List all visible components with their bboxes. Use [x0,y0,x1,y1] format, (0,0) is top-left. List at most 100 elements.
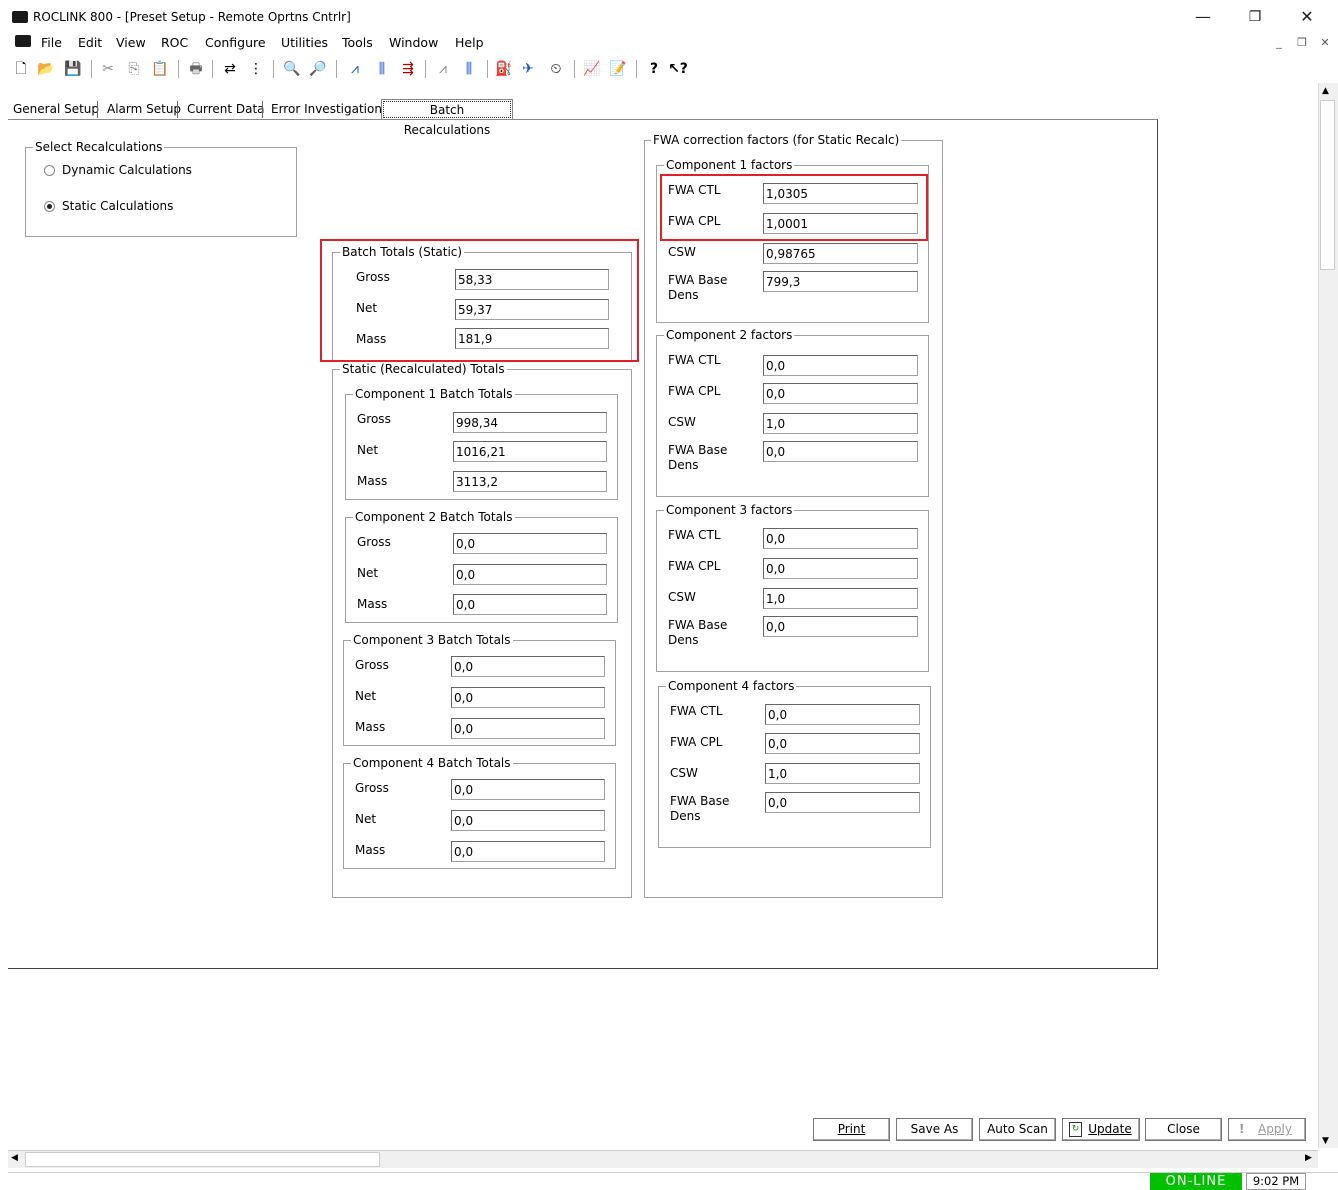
c2-gross-field[interactable]: 0,0 [453,533,607,554]
c2-fwa-ctl-field[interactable]: 0,0 [763,355,918,376]
tab-error-investigation[interactable]: Error Investigation [268,99,385,120]
update-button[interactable]: ↻ Update [1062,1118,1140,1141]
meter-icon[interactable]: ⫼ [459,59,479,79]
status-clock: 9:02 PM [1246,1173,1306,1190]
dynamic-calc-radio[interactable] [44,165,55,176]
help-icon[interactable]: ? [644,59,664,79]
zoom-out-icon[interactable]: 🔎 [308,59,328,79]
c4-mass-field[interactable]: 0,0 [451,841,605,862]
report-icon[interactable]: 📝 [608,59,628,79]
c1-gross-field[interactable]: 998,34 [453,412,607,433]
close-window-button[interactable]: ✕ [1292,6,1322,28]
c1-fwa-base-dens-field[interactable]: 799,3 [763,271,918,292]
c4-csw-field[interactable]: 1,0 [765,763,920,784]
zoom-in-icon[interactable]: 🔍 [282,59,302,79]
menu-help[interactable]: Help [455,35,484,50]
trend-icon[interactable]: ⩘ [433,59,453,79]
io-icon[interactable]: ⩘ [345,59,365,79]
menu-file[interactable]: File [41,35,62,50]
menu-view[interactable]: View [116,35,146,50]
c4-fwa-cpl-field[interactable]: 0,0 [765,733,920,754]
restore-button[interactable]: ❐ [1240,6,1270,28]
scroll-left-icon[interactable]: ◀ [11,1153,18,1163]
auto-scan-button[interactable]: Auto Scan [979,1118,1056,1141]
open-icon[interactable]: 📂 [36,59,56,79]
fwa-ctl-label: FWA CTL [668,528,721,542]
pid-icon[interactable]: ⫼ [372,59,392,79]
c1-csw-field[interactable]: 0,98765 [763,243,918,264]
fwa-cpl-label: FWA CPL [668,559,721,573]
menu-window[interactable]: Window [389,35,438,50]
c1-mass-field[interactable]: 3113,2 [453,471,607,492]
component-2-factors-title: Component 2 factors [664,328,795,342]
mdi-minimize-icon[interactable]: _ [1272,36,1286,50]
mdi-close-icon[interactable]: ✕ [1318,36,1332,50]
c2-mass-field[interactable]: 0,0 [453,594,607,615]
connect-icon[interactable]: ⇄ [220,59,240,79]
plot-icon[interactable]: ✈ [518,59,538,79]
c3-gross-field[interactable]: 0,0 [451,656,605,677]
c4-gross-field[interactable]: 0,0 [451,779,605,800]
vertical-scroll-thumb[interactable] [1320,100,1335,270]
tab-batch-recalculations[interactable]: Batch Recalculations [381,99,513,137]
chart-icon[interactable]: 📈 [582,59,602,79]
scroll-down-icon[interactable]: ▼ [1322,1136,1329,1146]
print-icon[interactable]: 🖶 [186,59,206,79]
save-icon[interactable]: 💾 [63,59,83,79]
paste-icon[interactable]: 📋 [150,59,170,79]
c4-net-field[interactable]: 0,0 [451,810,605,831]
c3-fwa-cpl-field[interactable]: 0,0 [763,558,918,579]
clock-icon[interactable]: ⏲ [546,59,566,79]
static-calc-label[interactable]: Static Calculations [62,199,173,213]
c3-fwa-base-dens-field[interactable]: 0,0 [763,616,918,637]
horizontal-scroll-thumb[interactable] [25,1152,380,1167]
gross-label: Gross [355,658,389,672]
copy-icon[interactable]: ⎘ [124,59,144,79]
fwa-ctl-label: FWA CTL [668,353,721,367]
menu-tools[interactable]: Tools [342,35,373,50]
csw-label: CSW [668,415,696,429]
save-as-button[interactable]: Save As [896,1118,973,1141]
c2-fwa-cpl-field[interactable]: 0,0 [763,383,918,404]
c3-mass-field[interactable]: 0,0 [451,718,605,739]
close-button[interactable]: Close [1145,1118,1222,1141]
scroll-right-icon[interactable]: ▶ [1305,1153,1312,1163]
new-icon[interactable]: 🗋 [11,59,31,79]
tab-current-data[interactable]: Current Data [184,99,268,120]
document-icon[interactable] [15,35,31,47]
c4-fwa-base-dens-field[interactable]: 0,0 [765,792,920,813]
update-icon: ↻ [1069,1122,1082,1137]
print-button[interactable]: Print [813,1118,890,1141]
menu-configure[interactable]: Configure [205,35,266,50]
c3-net-field[interactable]: 0,0 [451,687,605,708]
c1-net-field[interactable]: 1016,21 [453,441,607,462]
menu-edit[interactable]: Edit [78,35,102,50]
menu-roc[interactable]: ROC [161,35,188,50]
tab-alarm-setup[interactable]: Alarm Setup [104,99,184,120]
roclink-app-icon [12,11,28,23]
c2-fwa-base-dens-field[interactable]: 0,0 [763,441,918,462]
c4-fwa-ctl-field[interactable]: 0,0 [765,704,920,725]
history-icon[interactable]: ⇶ [398,59,418,79]
mdi-restore-icon[interactable]: ❐ [1295,36,1309,50]
apply-icon: ! [1239,1122,1245,1136]
apply-button[interactable]: ! Apply [1228,1118,1306,1141]
cut-icon[interactable]: ✂ [98,59,118,79]
scroll-up-icon[interactable]: ▲ [1322,86,1329,96]
static-calc-radio[interactable] [44,201,55,212]
c2-csw-field[interactable]: 1,0 [763,413,918,434]
menu-utilities[interactable]: Utilities [281,35,328,50]
dynamic-calc-label[interactable]: Dynamic Calculations [62,163,192,177]
status-bar [8,1172,1338,1190]
tab-general-setup[interactable]: General Setup [10,99,102,120]
minimize-button[interactable]: — [1188,6,1218,28]
c2-net-field[interactable]: 0,0 [453,564,607,585]
tree-icon[interactable]: ⋮ [246,59,266,79]
context-help-icon[interactable]: ↖? [668,59,688,79]
component-4-totals-title: Component 4 Batch Totals [351,756,513,770]
c3-fwa-ctl-field[interactable]: 0,0 [763,528,918,549]
c3-csw-field[interactable]: 1,0 [763,588,918,609]
flow-icon[interactable]: ⛽ [494,59,514,79]
fwa-cpl-label: FWA CPL [668,384,721,398]
window-title: ROCLINK 800 - [Preset Setup - Remote Opr… [33,10,351,24]
